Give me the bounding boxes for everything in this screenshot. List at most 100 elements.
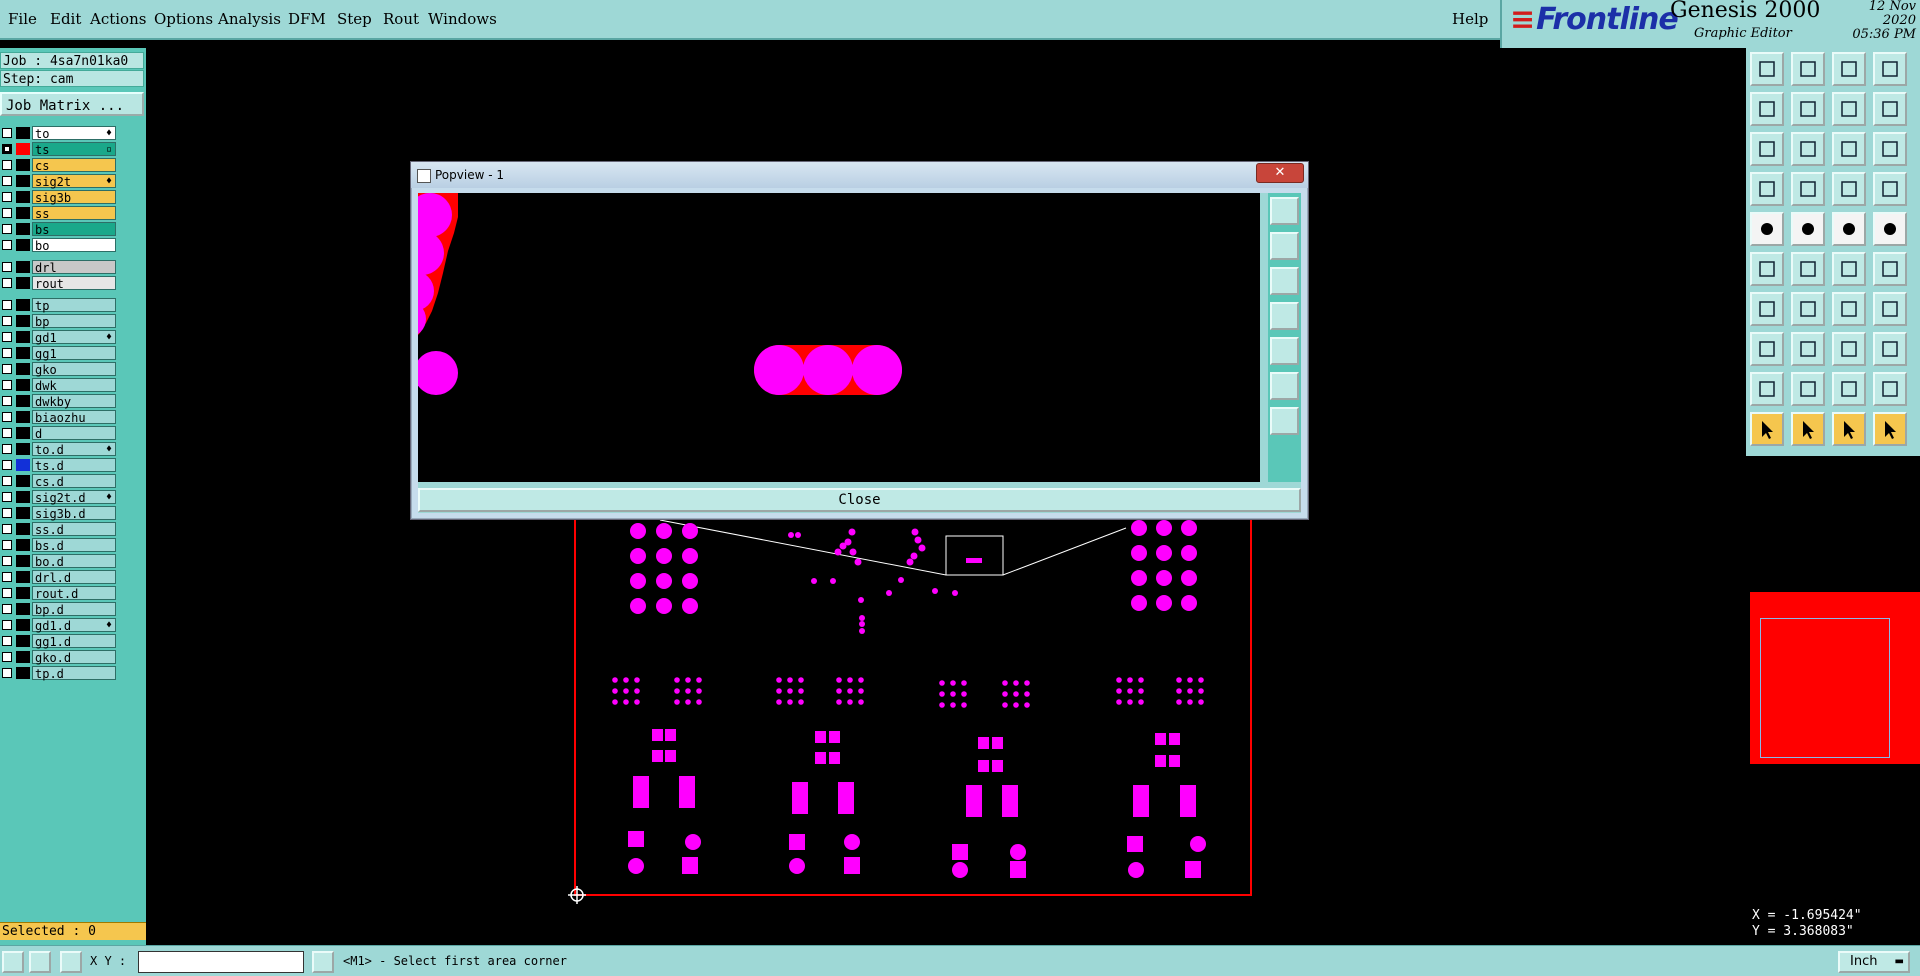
popview-close-x-button[interactable]: ✕ [1256, 163, 1304, 183]
zoom-fit-icon[interactable] [1750, 132, 1784, 166]
layer-color-swatch[interactable] [16, 175, 30, 187]
layer-name[interactable]: dwkby [32, 394, 116, 409]
menu-options[interactable]: Options [154, 10, 213, 28]
layer-checkbox[interactable] [2, 240, 12, 250]
menu-actions[interactable]: Actions [90, 10, 146, 28]
layer-row-d[interactable]: d [0, 426, 118, 441]
measure-icon[interactable] [1750, 292, 1784, 326]
popview-close-button[interactable]: Close [418, 488, 1301, 512]
layer-row-drl[interactable]: drl [0, 260, 118, 275]
font-icon[interactable] [1873, 292, 1907, 326]
center-icon[interactable] [1832, 332, 1866, 366]
layer-name[interactable]: sig2t ♦ [32, 174, 116, 189]
import-icon[interactable] [1750, 92, 1784, 126]
layer-row-rout-d[interactable]: rout.d [0, 586, 118, 601]
layer-row-ss[interactable]: ss [0, 206, 118, 221]
layer-color-swatch[interactable] [16, 571, 30, 583]
layer-row-bo-d[interactable]: bo.d [0, 554, 118, 569]
layer-name[interactable]: bp [32, 314, 116, 329]
layer-color-swatch[interactable] [16, 507, 30, 519]
layer-name[interactable]: biaozhu [32, 410, 116, 425]
layer-color-swatch[interactable] [16, 223, 30, 235]
line-icon[interactable] [1791, 212, 1825, 246]
menu-help[interactable]: Help [1452, 10, 1488, 28]
layer-checkbox[interactable] [2, 556, 12, 566]
layer-color-swatch[interactable] [16, 299, 30, 311]
layer-checkbox[interactable] [2, 508, 12, 518]
layer-color-swatch[interactable] [16, 191, 30, 203]
layer-color-swatch[interactable] [16, 127, 30, 139]
layer-color-swatch[interactable] [16, 491, 30, 503]
popview-zoom-home-icon[interactable] [1270, 197, 1299, 225]
grid-icon[interactable] [1791, 172, 1825, 206]
layer-row-dwk[interactable]: dwk [0, 378, 118, 393]
layer-checkbox[interactable] [2, 540, 12, 550]
angle-icon[interactable] [1873, 372, 1907, 406]
layer-checkbox[interactable] [2, 460, 12, 470]
layer-checkbox[interactable] [2, 332, 12, 342]
layer-color-swatch[interactable] [16, 555, 30, 567]
layer-color-swatch[interactable] [16, 379, 30, 391]
layer-color-swatch[interactable] [16, 411, 30, 423]
layer-name[interactable]: ts ▫ [32, 142, 116, 157]
layer-checkbox[interactable] [2, 444, 12, 454]
popview-zoom-page-icon[interactable] [1270, 407, 1299, 435]
zoom-page-icon[interactable] [1791, 132, 1825, 166]
layer-color-swatch[interactable] [16, 539, 30, 551]
layer-name[interactable]: bp.d [32, 602, 116, 617]
layer-row-bp[interactable]: bp [0, 314, 118, 329]
layer-name[interactable]: bs [32, 222, 116, 237]
layer-row-gg1[interactable]: gg1 [0, 346, 118, 361]
layer-checkbox[interactable] [2, 668, 12, 678]
layer-row-dwkby[interactable]: dwkby [0, 394, 118, 409]
layer-name[interactable]: drl.d [32, 570, 116, 585]
minus-icon[interactable] [1791, 332, 1825, 366]
text-a-icon[interactable] [1791, 372, 1825, 406]
layer-color-swatch[interactable] [16, 667, 30, 679]
layer-row-bs[interactable]: bs [0, 222, 118, 237]
layer-name[interactable]: sig2t.d ♦ [32, 490, 116, 505]
layer-name[interactable]: d [32, 426, 116, 441]
layer-row-rout[interactable]: rout [0, 276, 118, 291]
layer-name[interactable]: gko.d [32, 650, 116, 665]
home-icon[interactable] [1832, 52, 1866, 86]
layer-name[interactable]: rout.d [32, 586, 116, 601]
surface-icon[interactable] [1832, 212, 1866, 246]
measure-icon[interactable] [29, 951, 51, 973]
popview-zoom-fit-icon[interactable] [1270, 372, 1299, 400]
layer-color-swatch[interactable] [16, 651, 30, 663]
layer-name[interactable]: to ♦ [32, 126, 116, 141]
layer-row-bs-d[interactable]: bs.d [0, 538, 118, 553]
layer-checkbox[interactable] [2, 262, 12, 272]
slash-icon[interactable] [1791, 292, 1825, 326]
layer-color-swatch[interactable] [16, 395, 30, 407]
layer-checkbox[interactable] [2, 192, 12, 202]
menu-dfm[interactable]: DFM [288, 10, 326, 28]
layer-name[interactable]: sig3b [32, 190, 116, 205]
layer-name[interactable]: tp.d [32, 666, 116, 681]
layer-color-swatch[interactable] [16, 523, 30, 535]
layer-row-gko-d[interactable]: gko.d [0, 650, 118, 665]
layer-row-sig3b[interactable]: sig3b [0, 190, 118, 205]
layer-color-swatch[interactable] [16, 443, 30, 455]
popview-titlebar[interactable]: Popview - 1 ✕ [411, 162, 1308, 188]
layer-checkbox[interactable] [2, 412, 12, 422]
layer-name[interactable]: gg1 [32, 346, 116, 361]
pointer-move-icon[interactable] [1873, 412, 1907, 446]
layer-color-swatch[interactable] [16, 603, 30, 615]
cross-icon[interactable] [1791, 252, 1825, 286]
align-icon[interactable] [1832, 92, 1866, 126]
text-a2-icon[interactable] [1832, 372, 1866, 406]
layer-color-swatch[interactable] [16, 331, 30, 343]
pointer-active-icon[interactable] [1832, 412, 1866, 446]
popview-pan-right-icon[interactable] [1270, 337, 1299, 365]
netlist-icon[interactable] [1750, 252, 1784, 286]
minimap-viewport[interactable] [1760, 618, 1890, 758]
layer-name[interactable]: dwk [32, 378, 116, 393]
layer-color-swatch[interactable] [16, 587, 30, 599]
menu-step[interactable]: Step [337, 10, 372, 28]
help-icon[interactable] [1873, 132, 1907, 166]
layer-checkbox[interactable] [2, 224, 12, 234]
layer-row-sig2t[interactable]: sig2t ♦ [0, 174, 118, 189]
window-icon[interactable] [1873, 52, 1907, 86]
